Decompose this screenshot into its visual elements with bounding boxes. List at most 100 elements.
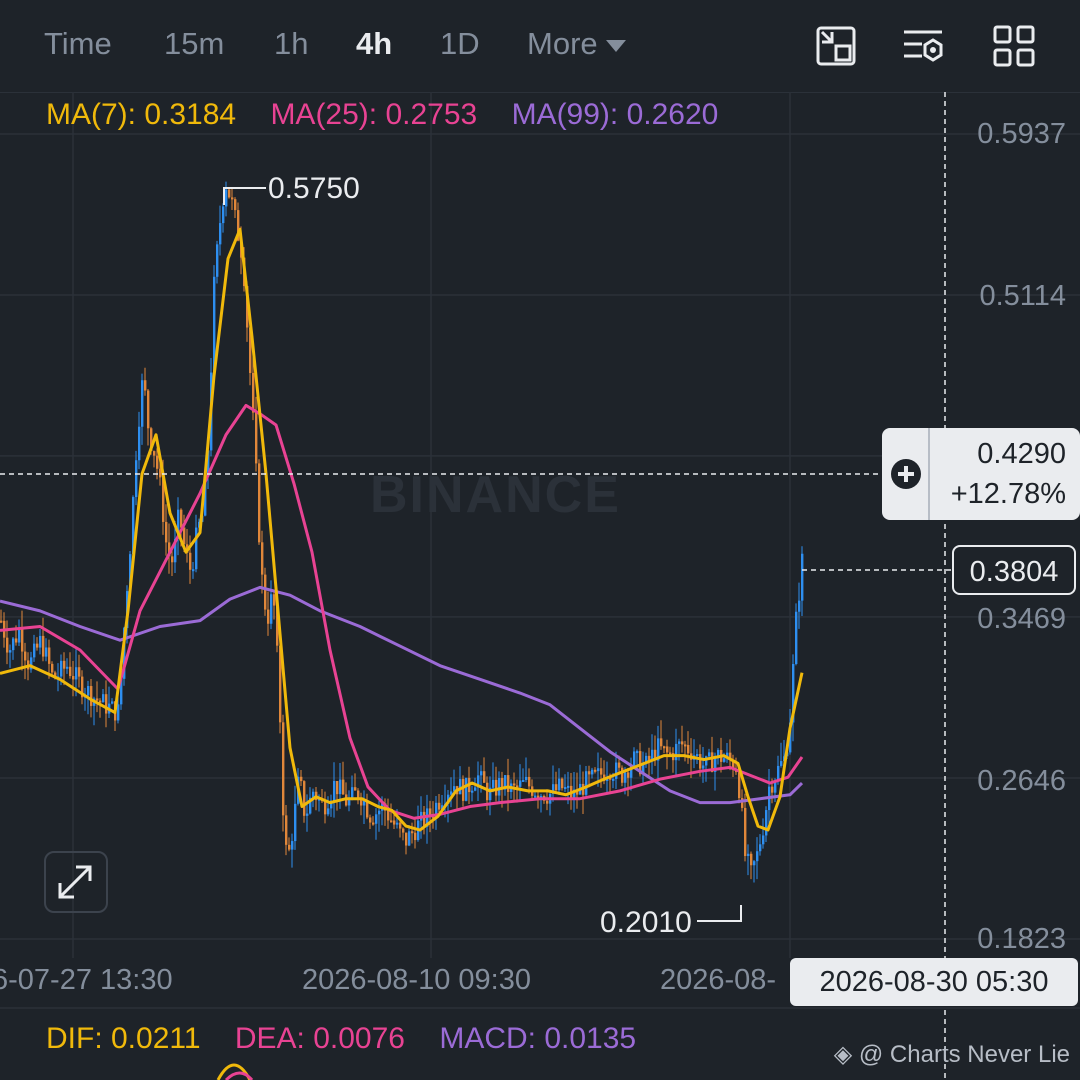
candle-body xyxy=(327,808,330,815)
low-price-annotation: 0.2010 xyxy=(600,906,692,939)
candle-body xyxy=(354,787,357,791)
candle-body xyxy=(387,810,390,821)
candle-body xyxy=(465,777,468,801)
candle-body xyxy=(63,660,66,669)
candle-body xyxy=(90,686,93,706)
candle-body xyxy=(222,206,225,224)
candle-body xyxy=(273,594,276,606)
candle-body xyxy=(480,771,483,776)
candle-body xyxy=(78,667,81,677)
candle-body xyxy=(147,390,150,429)
candle-body xyxy=(522,779,525,782)
high-price-annotation: 0.5750 xyxy=(268,172,360,205)
ma99-label: MA(99): 0.2620 xyxy=(511,98,719,131)
candle-body xyxy=(528,776,531,787)
macd-legend: DIF: 0.0211 DEA: 0.0076 MACD: 0.0135 xyxy=(46,1022,662,1056)
price-tick: 0.5937 xyxy=(977,118,1066,150)
candle-body xyxy=(9,650,12,653)
candle-body xyxy=(555,784,558,791)
diamond-logo-icon: ◈ xyxy=(833,1041,853,1068)
candle-body xyxy=(759,844,762,852)
candle-body xyxy=(252,372,255,413)
candle-body xyxy=(375,814,378,824)
candle-body xyxy=(75,667,78,680)
add-alert-button[interactable] xyxy=(882,428,930,520)
candle-body xyxy=(558,778,561,791)
candle-body xyxy=(324,801,327,815)
candle-body xyxy=(303,781,306,816)
crosshair-time-tag: 2026-08-30 05:30 xyxy=(790,958,1078,1006)
candle-body xyxy=(801,553,804,601)
candle-body xyxy=(219,223,222,245)
candle-body xyxy=(513,783,516,786)
candle-body xyxy=(339,779,342,795)
dif-label: DIF: 0.0211 xyxy=(46,1022,201,1055)
candle-body xyxy=(597,768,600,772)
candle-body xyxy=(42,635,45,657)
candle-body xyxy=(564,787,567,790)
candle-body xyxy=(798,600,801,612)
candle-body xyxy=(300,776,303,782)
candle-body xyxy=(66,666,69,669)
candle-body xyxy=(390,820,393,823)
candle-body xyxy=(492,779,495,788)
candle-body xyxy=(396,822,399,825)
candle-body xyxy=(99,700,102,703)
candle-body xyxy=(591,769,594,775)
candle-body xyxy=(393,820,396,825)
ma-legend: MA(7): 0.3184 MA(25): 0.2753 MA(99): 0.2… xyxy=(46,98,744,132)
candle-body xyxy=(795,611,798,665)
candle-body xyxy=(336,781,339,795)
candle-body xyxy=(357,790,360,798)
candle-body xyxy=(285,815,288,845)
candle-body xyxy=(585,771,588,795)
candle-body xyxy=(621,767,624,783)
candle-body xyxy=(678,741,681,744)
candle-body xyxy=(6,637,9,653)
candle-body xyxy=(498,778,501,796)
time-tick: 2026-08-10 09:30 xyxy=(302,964,531,996)
candle-body xyxy=(684,744,687,747)
price-tick: 0.5114 xyxy=(979,280,1066,312)
candle-body xyxy=(117,704,120,721)
candle-body xyxy=(666,746,669,753)
candle-body xyxy=(135,460,138,498)
price-tick: 0.1823 xyxy=(977,923,1066,955)
candle-body xyxy=(378,810,381,815)
candle-body xyxy=(111,701,114,704)
candle-body xyxy=(600,768,603,775)
candle-body xyxy=(264,574,267,610)
candle-body xyxy=(144,380,147,391)
expand-chart-button[interactable] xyxy=(44,851,108,913)
candle-body xyxy=(762,835,765,845)
candle-body xyxy=(15,638,18,643)
candle-body xyxy=(612,778,615,781)
watermark: BINANCE xyxy=(370,466,621,524)
candle-body xyxy=(171,556,174,563)
candle-body xyxy=(342,779,345,795)
low-marker-line xyxy=(697,905,742,922)
candle-body xyxy=(753,861,756,866)
price-tick: 0.2646 xyxy=(977,765,1066,797)
credit-text: @ Charts Never Lie xyxy=(858,1041,1070,1068)
candle-body xyxy=(633,751,636,766)
candle-body xyxy=(615,762,618,779)
candle-body xyxy=(270,594,273,624)
candle-body xyxy=(87,686,90,696)
candle-body xyxy=(291,841,294,850)
dea-label: DEA: 0.0076 xyxy=(234,1022,405,1055)
candle-body xyxy=(216,244,219,277)
candle-body xyxy=(12,638,15,651)
candle-body xyxy=(405,832,408,846)
candle-body xyxy=(546,800,549,804)
candle-body xyxy=(765,810,768,836)
candle-body xyxy=(156,455,159,469)
candle-body xyxy=(459,778,462,795)
candle-body xyxy=(102,694,105,703)
candle-body xyxy=(153,451,156,456)
current-price-tag: 0.3804 xyxy=(952,545,1076,595)
candle-body xyxy=(138,426,141,461)
candle-body xyxy=(21,629,24,652)
candle-body xyxy=(462,778,465,801)
price-chart[interactable] xyxy=(0,0,1080,1080)
